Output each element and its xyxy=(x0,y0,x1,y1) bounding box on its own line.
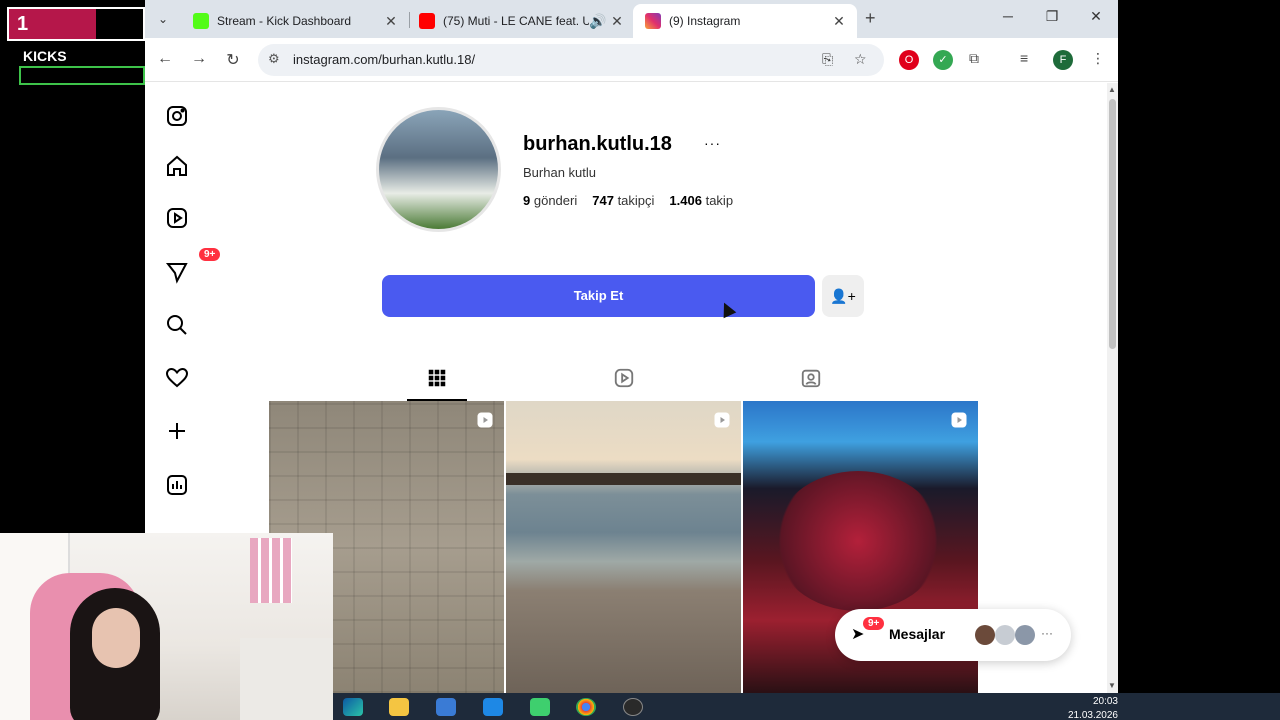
mail-icon[interactable] xyxy=(483,698,503,716)
reel-indicator-icon xyxy=(714,412,730,428)
reload-icon[interactable]: ↻ xyxy=(221,50,245,70)
instagram-favicon-icon xyxy=(645,13,661,29)
tab-youtube[interactable]: (75) Muti - LE CANE feat. U 🔊 ✕ xyxy=(407,4,635,38)
kicks-label: KICKS xyxy=(23,48,67,64)
edge-icon[interactable] xyxy=(343,698,363,716)
tab-instagram[interactable]: (9) Instagram ✕ xyxy=(633,4,857,38)
screen: 1 KICKS ⌄ Stream - Kick Dashboard ✕ (75)… xyxy=(0,0,1280,720)
browser-toolbar: ← → ↻ ⚙ instagram.com/burhan.kutlu.18/ ⎘… xyxy=(145,38,1118,82)
opera-extension-icon[interactable]: O xyxy=(899,50,919,70)
scroll-up-icon[interactable]: ▲ xyxy=(1108,85,1116,94)
messages-panel[interactable]: ➤ 9+ Mesajlar ··· xyxy=(835,609,1071,661)
contact-avatar xyxy=(995,625,1015,645)
tab-title: (75) Muti - LE CANE feat. U xyxy=(443,14,589,28)
tab-title: Stream - Kick Dashboard xyxy=(217,14,352,28)
webcam-feed xyxy=(0,533,333,720)
close-tab-icon[interactable]: ✕ xyxy=(609,13,625,30)
kick-favicon-icon xyxy=(193,13,209,29)
reel-indicator-icon xyxy=(951,412,967,428)
contact-avatar xyxy=(975,625,995,645)
reels-icon[interactable] xyxy=(165,206,191,232)
stream-counter: 1 xyxy=(7,7,145,41)
chat-app-icon[interactable] xyxy=(530,698,550,716)
file-explorer-icon[interactable] xyxy=(389,698,409,716)
send-icon: ➤ xyxy=(851,626,865,643)
messages-badge: 9+ xyxy=(199,248,221,261)
profile-full-name: Burhan kutlu xyxy=(523,165,596,180)
reels-tab-icon xyxy=(614,368,634,388)
tagged-icon xyxy=(801,369,821,388)
forward-icon[interactable]: → xyxy=(187,50,211,68)
heart-icon[interactable] xyxy=(165,366,191,392)
reel-indicator-icon xyxy=(477,412,493,428)
taskbar-date[interactable]: 21.03.2026 xyxy=(1057,710,1118,720)
post-thumbnail[interactable] xyxy=(506,401,741,693)
more-contacts-icon: ··· xyxy=(1041,626,1053,640)
restore-icon[interactable]: ❐ xyxy=(1037,8,1067,25)
tab-tagged[interactable] xyxy=(781,355,841,401)
minimize-icon[interactable]: ─ xyxy=(993,8,1023,24)
bookmark-star-icon[interactable]: ☆ xyxy=(854,51,867,68)
media-queue-icon[interactable]: ≡ xyxy=(1020,50,1028,66)
search-icon[interactable] xyxy=(165,313,191,339)
chrome-icon[interactable] xyxy=(576,698,596,716)
youtube-favicon-icon xyxy=(419,13,435,29)
new-tab-icon[interactable]: + xyxy=(865,8,876,29)
followers-stat[interactable]: 747 takipçi xyxy=(592,193,654,208)
profile-avatar-image[interactable] xyxy=(376,107,501,232)
profile-avatar[interactable]: F xyxy=(1053,50,1073,70)
close-tab-icon[interactable]: ✕ xyxy=(383,13,399,30)
tab-search-icon[interactable]: ⌄ xyxy=(151,7,175,31)
close-tab-icon[interactable]: ✕ xyxy=(831,13,847,30)
store-icon[interactable] xyxy=(436,698,456,716)
page-scrollbar[interactable]: ▲ ▼ xyxy=(1107,83,1118,693)
install-app-icon[interactable]: ⎘ xyxy=(822,51,833,68)
grid-icon xyxy=(428,369,446,387)
speaker-icon[interactable]: 🔊 xyxy=(589,13,606,30)
close-window-icon[interactable]: ✕ xyxy=(1081,8,1111,25)
shield-extension-icon[interactable]: ✓ xyxy=(933,50,953,70)
obs-icon[interactable] xyxy=(623,698,643,716)
dashboard-icon[interactable] xyxy=(165,473,191,499)
instagram-logo-icon[interactable] xyxy=(165,104,191,130)
profile-stats: 9 gönderi 747 takipçi 1.406 takip xyxy=(523,193,733,208)
site-info-icon[interactable]: ⚙ xyxy=(268,51,280,67)
pier-shape xyxy=(506,473,741,485)
messages-label: Mesajlar xyxy=(889,626,946,642)
menu-kebab-icon[interactable]: ⋮ xyxy=(1091,50,1105,67)
tab-title: (9) Instagram xyxy=(669,14,741,28)
back-icon[interactable]: ← xyxy=(153,50,177,68)
add-user-icon[interactable]: 👤+ xyxy=(822,275,864,317)
options-more-icon[interactable]: ··· xyxy=(704,135,721,151)
counter-value: 1 xyxy=(17,13,29,35)
extensions-puzzle-icon[interactable]: ⧉ xyxy=(969,50,979,67)
profile-tabs xyxy=(269,355,979,401)
tab-strip: ⌄ Stream - Kick Dashboard ✕ (75) Muti - … xyxy=(145,0,1118,38)
taskbar-time[interactable]: 20:03 xyxy=(1068,696,1118,707)
create-plus-icon[interactable] xyxy=(165,419,191,445)
home-icon[interactable] xyxy=(165,154,191,180)
taskbar: 20:03 21.03.2026 xyxy=(333,693,1280,720)
tab-reels[interactable] xyxy=(594,355,654,401)
webcam-posters xyxy=(250,538,292,603)
scrollbar-thumb[interactable] xyxy=(1109,99,1116,349)
kicks-progress-bar xyxy=(19,66,145,85)
profile-username: burhan.kutlu.18 xyxy=(523,133,672,155)
tab-kick-dashboard[interactable]: Stream - Kick Dashboard ✕ xyxy=(181,4,409,38)
webcam-shelf xyxy=(240,638,333,720)
following-stat[interactable]: 1.406 takip xyxy=(669,193,733,208)
messages-panel-badge: 9+ xyxy=(863,617,885,630)
messages-icon[interactable]: 9+ xyxy=(165,248,221,286)
address-bar[interactable]: ⚙ instagram.com/burhan.kutlu.18/ ⎘ ☆ xyxy=(258,44,884,76)
tab-posts-grid[interactable] xyxy=(407,355,467,401)
follow-button[interactable]: Takip Et xyxy=(382,275,815,317)
webcam-face xyxy=(92,608,140,668)
crowd-shape xyxy=(773,471,943,611)
url-text[interactable]: instagram.com/burhan.kutlu.18/ xyxy=(293,52,475,67)
contact-avatar xyxy=(1015,625,1035,645)
scroll-down-icon[interactable]: ▼ xyxy=(1108,681,1116,690)
posts-stat[interactable]: 9 gönderi xyxy=(523,193,577,208)
